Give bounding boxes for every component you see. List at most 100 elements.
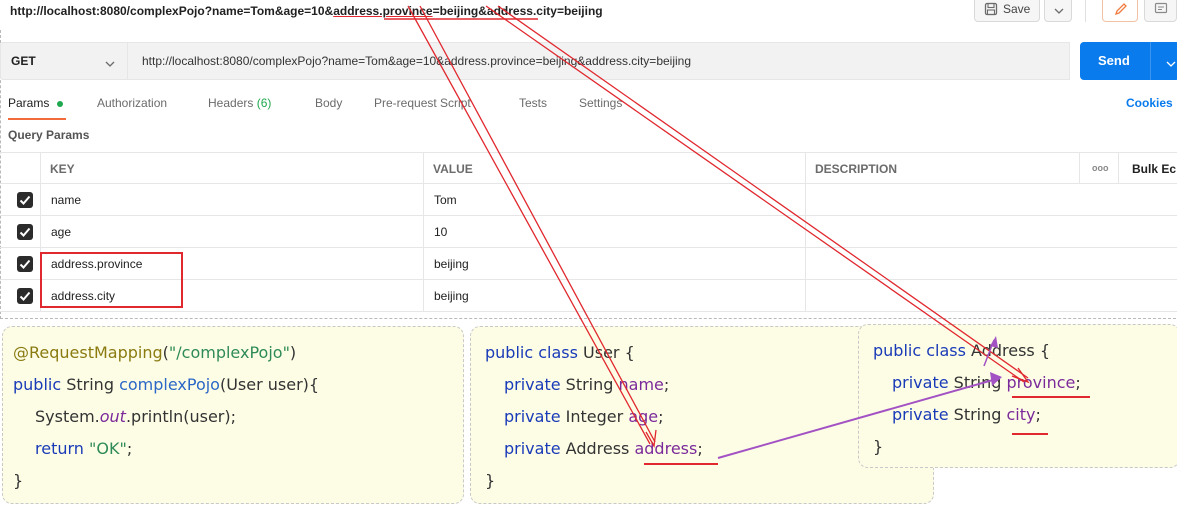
column-header-description: DESCRIPTION [815, 162, 898, 176]
save-icon [984, 2, 998, 21]
query-params-heading: Query Params [8, 128, 90, 142]
tab-headers-label: Headers [208, 96, 254, 110]
save-dropdown-button[interactable] [1044, 0, 1072, 22]
code-keyword: private [504, 439, 561, 458]
code-line: private String city; [892, 405, 1041, 424]
tab-params-underline [8, 118, 66, 120]
code-line: private String name; [504, 375, 669, 394]
params-status-dot [56, 100, 63, 107]
title-url-prefix: http://localhost:8080/complexPojo?name=T… [10, 4, 334, 18]
code-line: @RequestMapping("/complexPojo") [13, 343, 296, 362]
chevron-down-icon [105, 56, 115, 74]
tab-settings[interactable]: Settings [579, 96, 622, 110]
code-line: return "OK"; [35, 439, 132, 458]
code-token: System. [35, 407, 100, 426]
code-string: "OK" [83, 439, 127, 458]
title-url-rest: =beijing&address.city=beijing [432, 4, 603, 18]
url-input-text: http://localhost:8080/complexPojo?name=T… [142, 54, 692, 68]
param-key[interactable]: age [51, 225, 71, 239]
cookies-link[interactable]: Cookies [1126, 96, 1173, 110]
code-token: (User user){ [219, 375, 320, 394]
toolbar-divider [1085, 0, 1086, 22]
column-divider [423, 152, 424, 312]
code-token: ) [289, 343, 297, 362]
code-token: String [61, 375, 120, 394]
title-url-province: address.province [333, 4, 433, 18]
code-token: ; [697, 439, 703, 458]
code-line: public String complexPojo(User user){ [13, 375, 319, 394]
url-input[interactable]: http://localhost:8080/complexPojo?name=T… [128, 42, 1070, 80]
tab-headers-count: (6) [256, 96, 272, 110]
edit-button[interactable] [1102, 0, 1138, 22]
code-token: .println(user); [125, 407, 236, 426]
code-keyword: private [504, 375, 561, 394]
param-value[interactable]: Tom [434, 193, 457, 207]
tab-body[interactable]: Body [315, 96, 342, 110]
column-divider [805, 152, 806, 312]
comments-button[interactable] [1144, 0, 1177, 22]
code-token: ; [663, 375, 670, 394]
code-line: private Integer age; [504, 407, 664, 426]
code-token: Address [560, 439, 635, 458]
tab-authorization[interactable]: Authorization [97, 96, 167, 110]
tab-pre-request-script[interactable]: Pre-request Script [374, 96, 471, 110]
code-keyword: public [13, 375, 62, 394]
bulk-edit-link[interactable]: Bulk Ec [1132, 162, 1176, 176]
code-field-address: address [634, 439, 698, 458]
code-token: String [948, 373, 1007, 392]
column-divider [1079, 152, 1080, 184]
send-divider [1150, 42, 1151, 80]
checkbox-icon[interactable] [17, 288, 33, 304]
code-line: } [13, 471, 24, 490]
tab-headers[interactable]: Headers (6) [208, 96, 271, 110]
code-token: Address { [965, 341, 1051, 360]
checkbox-icon[interactable] [17, 192, 33, 208]
checkbox-icon[interactable] [17, 224, 33, 240]
tab-tests[interactable]: Tests [519, 96, 547, 110]
code-field: age [628, 407, 659, 426]
code-token: Integer [560, 407, 629, 426]
save-button[interactable]: Save [974, 0, 1040, 22]
code-keyword: public class [873, 341, 966, 360]
column-divider [1118, 152, 1119, 184]
code-token: User { [577, 343, 635, 362]
code-line: private String province; [892, 373, 1081, 392]
more-options-icon[interactable]: ooo [1092, 163, 1109, 173]
param-value[interactable]: beijing [434, 289, 469, 303]
save-label: Save [1003, 2, 1031, 16]
chevron-down-icon [1054, 3, 1064, 21]
pencil-icon [1114, 2, 1128, 21]
code-line: } [485, 471, 496, 490]
code-keyword: private [892, 405, 949, 424]
method-label: GET [11, 54, 36, 68]
column-header-key: KEY [50, 162, 75, 176]
tab-params-label: Params [8, 96, 50, 110]
code-token: ; [658, 407, 664, 426]
code-line: private Address address; [504, 439, 703, 458]
param-value[interactable]: 10 [434, 225, 447, 239]
send-button[interactable]: Send [1080, 42, 1177, 80]
code-token: String [948, 405, 1007, 424]
code-line: } [873, 437, 884, 456]
code-field-province: province [1006, 373, 1076, 392]
request-title[interactable]: http://localhost:8080/complexPojo?name=T… [10, 4, 603, 18]
code-keyword: private [504, 407, 561, 426]
method-select[interactable]: GET [0, 42, 128, 80]
code-line: System.out.println(user); [35, 407, 236, 426]
code-field: name [618, 375, 664, 394]
code-method-name: complexPojo [119, 375, 220, 394]
tab-params[interactable]: Params [8, 96, 63, 110]
controller-code-snippet: @RequestMapping("/complexPojo") public S… [2, 326, 464, 504]
table-row[interactable]: name Tom [0, 184, 1177, 216]
table-row[interactable]: age 10 [0, 216, 1177, 248]
param-value[interactable]: beijing [434, 257, 469, 271]
address-class-code-snippet: public class Address { private String pr… [858, 324, 1177, 468]
chevron-down-icon[interactable] [1166, 56, 1176, 74]
url-title-bar: http://localhost:8080/complexPojo?name=T… [0, 0, 1177, 28]
param-key[interactable]: name [51, 193, 81, 207]
checkbox-icon[interactable] [17, 256, 33, 272]
code-token: ; [1035, 405, 1041, 424]
code-keyword: return [35, 439, 84, 458]
code-line: public class Address { [873, 341, 1050, 360]
code-keyword: public class [485, 343, 578, 362]
